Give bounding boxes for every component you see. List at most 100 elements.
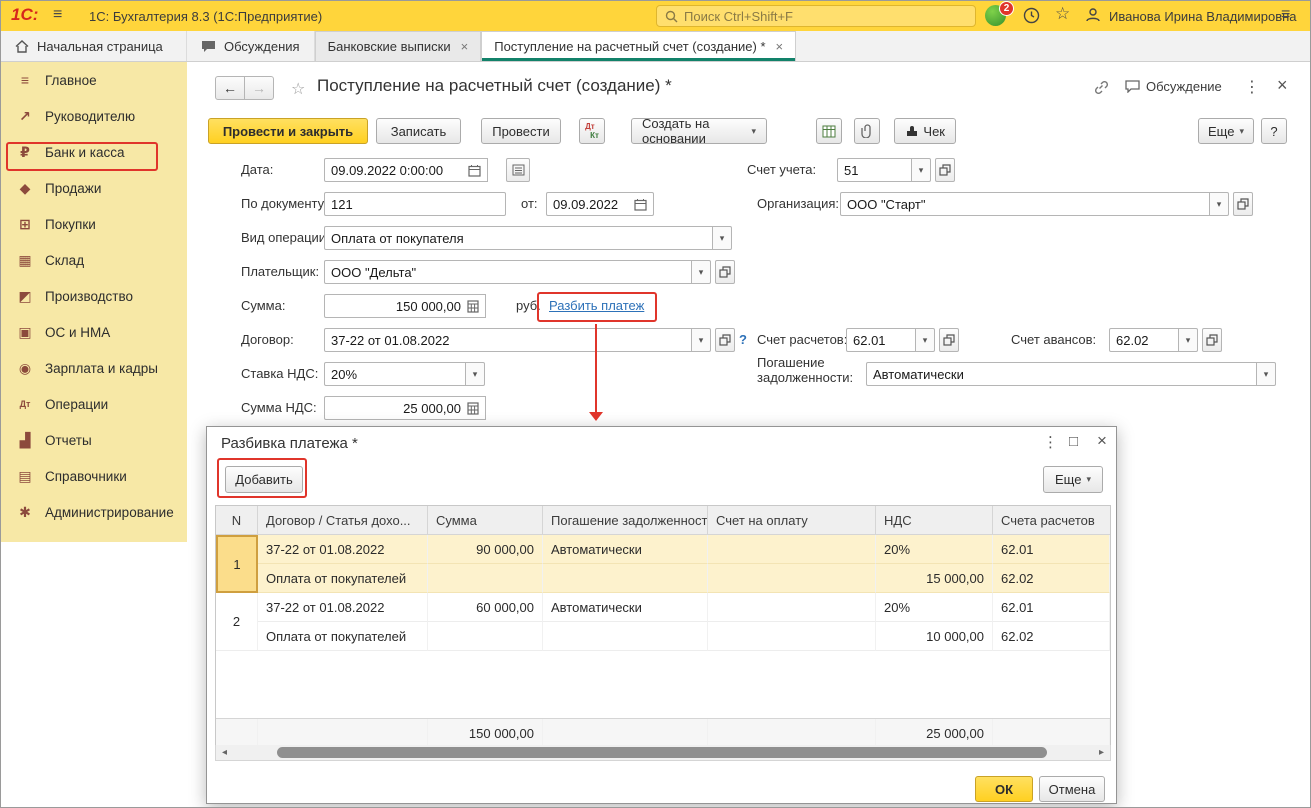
vat-cell[interactable]: 20% [876,593,993,622]
create-based-on-button[interactable]: Создать на основании ▾ [631,118,767,144]
add-row-button[interactable]: Добавить [225,466,303,493]
open-settlement-button[interactable] [939,328,959,352]
discussions-button[interactable]: Обсуждения [187,31,315,61]
repayment-cell[interactable]: Автоматически [543,593,708,622]
attachments-button[interactable] [854,118,880,144]
organization-field[interactable]: ООО "Старт" ▾ [840,192,1253,216]
empty-cell[interactable] [708,564,876,593]
forward-button[interactable]: → [244,76,274,100]
sum-cell[interactable]: 90 000,00 [428,535,543,564]
sidebar-item-administrirovanie[interactable]: ✱Администрирование [1,494,187,530]
post-button[interactable]: Провести [481,118,561,144]
doc-date-field[interactable]: 09.09.2022 [546,192,654,216]
tab-close-icon[interactable]: × [776,39,784,54]
global-search-input[interactable]: Поиск Ctrl+Shift+F [656,5,976,27]
repayment-select[interactable]: Автоматически ▾ [866,362,1276,386]
settings-menu-icon[interactable]: ≡ [1281,6,1290,24]
advance-account-field[interactable]: 62.02 ▾ [1109,328,1222,352]
calendar-icon[interactable] [634,198,647,211]
tab-close-icon[interactable]: × [461,39,469,54]
account-cell[interactable]: 62.01 [993,593,1110,622]
vat-amount-field[interactable]: 25 000,00 [324,396,486,420]
dialog-kebab-icon[interactable]: ⋮ [1043,433,1058,451]
sidebar-item-bank-kassa[interactable]: ₽Банк и касса [1,134,187,170]
chevron-down-icon[interactable]: ▾ [912,158,931,182]
history-icon[interactable] [1023,7,1040,27]
chevron-down-icon[interactable]: ▾ [1210,192,1229,216]
account-cell[interactable]: 62.01 [993,535,1110,564]
row-number-cell[interactable]: 2 [216,593,258,651]
vat-cell[interactable]: 20% [876,535,993,564]
col-header-accounts[interactable]: Счета расчетов [993,506,1110,535]
payment-list-button[interactable] [506,158,530,182]
sidebar-item-rukovoditelyu[interactable]: ↗Руководителю [1,98,187,134]
main-menu-icon[interactable]: ≡ [53,6,62,24]
calendar-icon[interactable] [468,164,481,177]
row-number-cell[interactable]: 1 [216,535,258,593]
home-page-button[interactable]: Начальная страница [1,31,187,61]
chevron-down-icon[interactable]: ▾ [692,260,711,284]
ok-button[interactable]: ОК [975,776,1033,802]
scroll-left-icon[interactable]: ◂ [216,747,233,758]
vat-rate-select[interactable]: 20% ▾ [324,362,485,386]
more-kebab-icon[interactable]: ⋮ [1244,77,1260,97]
dialog-more-button[interactable]: Еще ▾ [1043,466,1103,493]
col-header-contract[interactable]: Договор / Статья дохо... [258,506,428,535]
chevron-down-icon[interactable]: ▾ [916,328,935,352]
empty-cell[interactable] [543,564,708,593]
sidebar-item-operacii[interactable]: ДтОперации [1,386,187,422]
sidebar-item-zarplata-kadry[interactable]: ◉Зарплата и кадры [1,350,187,386]
user-icon[interactable] [1085,7,1101,26]
cancel-button[interactable]: Отмена [1039,776,1105,802]
sidebar-item-os-nma[interactable]: ▣ОС и НМА [1,314,187,350]
col-header-n[interactable]: N [216,506,258,535]
payer-field[interactable]: ООО "Дельта" ▾ [324,260,735,284]
sidebar-item-otchety[interactable]: ▟Отчеты [1,422,187,458]
contract-field[interactable]: 37-22 от 01.08.2022 ▾ [324,328,735,352]
operation-type-select[interactable]: Оплата от покупателя ▾ [324,226,732,250]
date-field[interactable]: 09.09.2022 0:00:00 [324,158,488,182]
table-row[interactable]: 1 37-22 от 01.08.2022 90 000,00 Автомати… [216,535,1110,593]
report-button[interactable] [816,118,842,144]
dialog-close-icon[interactable]: × [1097,431,1107,451]
income-item-cell[interactable]: Оплата от покупателей [258,564,428,593]
tab-bank-statements[interactable]: Банковские выписки × [315,31,482,61]
chevron-down-icon[interactable]: ▾ [1257,362,1276,386]
contract-cell[interactable]: 37-22 от 01.08.2022 [258,593,428,622]
horizontal-scrollbar[interactable]: ◂ ▸ [215,745,1111,761]
empty-cell[interactable] [708,622,876,651]
repayment-cell[interactable]: Автоматически [543,535,708,564]
sidebar-item-proizvodstvo[interactable]: ◩Производство [1,278,187,314]
col-header-vat[interactable]: НДС [876,506,993,535]
table-row[interactable]: 2 37-22 от 01.08.2022 60 000,00 Автомати… [216,593,1110,651]
income-item-cell[interactable]: Оплата от покупателей [258,622,428,651]
account-field[interactable]: 51 ▾ [837,158,955,182]
scrollbar-track[interactable] [233,745,1093,760]
more-button[interactable]: Еще ▾ [1198,118,1254,144]
sidebar-item-prodazhi[interactable]: ◆Продажи [1,170,187,206]
chevron-down-icon[interactable]: ▾ [713,226,732,250]
sidebar-item-sklad[interactable]: ▦Склад [1,242,187,278]
open-payer-button[interactable] [715,260,735,284]
discussion-button[interactable]: Обсуждение [1125,79,1222,94]
help-button[interactable]: ? [1261,118,1287,144]
favorites-icon[interactable]: ☆ [1055,4,1070,24]
open-contract-button[interactable] [715,328,735,352]
advance-account-cell[interactable]: 62.02 [993,564,1110,593]
vat-amount-cell[interactable]: 10 000,00 [876,622,993,651]
col-header-repayment[interactable]: Погашение задолженности [543,506,708,535]
dt-kt-postings-button[interactable]: ДтКт [579,118,605,144]
hint-question-icon[interactable]: ? [739,328,747,352]
empty-cell[interactable] [428,622,543,651]
back-button[interactable]: ← [215,76,245,100]
split-payment-link[interactable]: Разбить платеж [549,298,644,313]
calculator-icon[interactable] [467,300,479,313]
scroll-right-icon[interactable]: ▸ [1093,747,1110,758]
chevron-down-icon[interactable]: ▾ [1179,328,1198,352]
chevron-down-icon[interactable]: ▾ [692,328,711,352]
dialog-maximize-icon[interactable]: □ [1069,433,1078,450]
empty-cell[interactable] [543,622,708,651]
contract-cell[interactable]: 37-22 от 01.08.2022 [258,535,428,564]
settlement-account-field[interactable]: 62.01 ▾ [846,328,959,352]
col-header-sum[interactable]: Сумма [428,506,543,535]
